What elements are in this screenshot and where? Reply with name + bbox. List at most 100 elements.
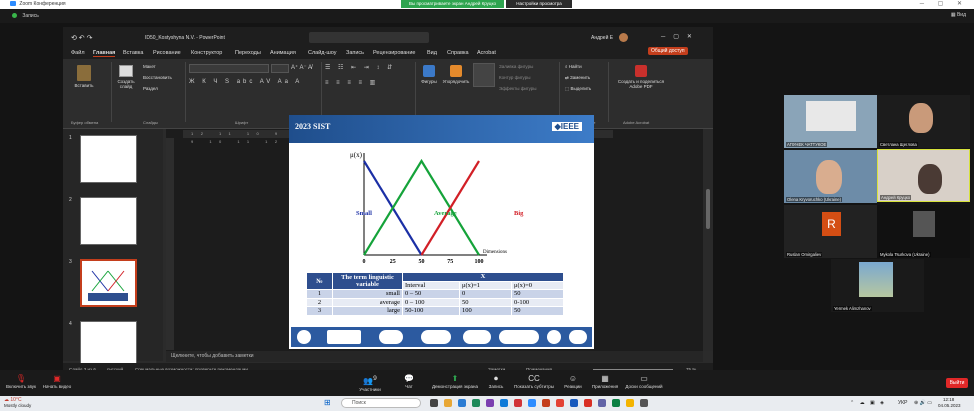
menu-draw[interactable]: Рисование (153, 50, 181, 56)
font-style-buttons[interactable]: Ж К Ч S abc AV Aa A (189, 79, 302, 85)
participant-tile[interactable]: R Ruslan Omirgaliev (784, 205, 877, 258)
word-icon[interactable] (570, 399, 578, 407)
menu-help[interactable]: Справка (447, 50, 469, 56)
slide-thumbnail-3[interactable] (80, 259, 137, 307)
app-icon[interactable] (612, 399, 620, 407)
select-button[interactable]: ⬚ Выделить (565, 86, 591, 92)
shapes-button[interactable]: Фигуры (419, 65, 439, 84)
acrobat-icon[interactable] (584, 399, 592, 407)
font-size-buttons[interactable]: A⁺ A⁻ A̸ (291, 64, 312, 71)
paragraph-list-buttons[interactable]: ☰ ☷ ⇤ ⇥ ↕ ⇵ (325, 64, 395, 71)
keyboard-language[interactable]: УКР (898, 400, 907, 406)
mute-button[interactable]: 🎙 Включить звук (4, 374, 38, 389)
participant-name: Светлана Щеглова (879, 142, 918, 147)
task-view-icon[interactable] (430, 399, 438, 407)
menu-slideshow[interactable]: Слайд-шоу (308, 50, 337, 56)
participant-tile[interactable]: АПУНЕК ЧАТТУКОЕ (784, 95, 877, 148)
participant-tile[interactable]: Yermek Alimzhanov (831, 259, 924, 312)
app-icon[interactable] (626, 399, 634, 407)
ppt-search-box[interactable] (309, 32, 429, 43)
chat-button[interactable]: 💬 Чат (398, 374, 420, 389)
menu-animation[interactable]: Анимация (270, 50, 296, 56)
app-icon[interactable] (514, 399, 522, 407)
paste-button[interactable]: Вставить (71, 65, 97, 88)
font-size-select[interactable] (271, 64, 289, 73)
app-icon[interactable] (486, 399, 494, 407)
video-off-icon: ▣ (53, 374, 61, 383)
autosave-icon[interactable]: ⟲ ↶ ↷ (71, 34, 93, 42)
participant-tile[interactable]: Olena Kryvoruchko (Ukraine) (784, 150, 877, 203)
layout-button[interactable]: Макет (143, 64, 156, 69)
create-pdf-button[interactable]: Создать и поделиться Adobe PDF (611, 65, 671, 89)
tray-icons[interactable]: ⌃ ☁ ▣ ◈ (850, 400, 886, 406)
participants-button[interactable]: 👥9 Участники (355, 374, 385, 392)
avatar[interactable] (619, 33, 628, 42)
menu-file[interactable]: Файл (71, 50, 85, 56)
arrange-button[interactable]: Упорядочить (441, 65, 471, 84)
captions-button[interactable]: CC Показать субтитры (512, 374, 556, 389)
mail-icon[interactable] (458, 399, 466, 407)
menu-record[interactable]: Запись (346, 50, 364, 56)
font-name-select[interactable] (189, 64, 269, 73)
shape-effects-button[interactable]: Эффекты фигуры (499, 86, 537, 91)
file-explorer-icon[interactable] (444, 399, 452, 407)
app-icon[interactable] (640, 399, 648, 407)
leave-button[interactable]: Выйти (946, 378, 968, 388)
participant-tile-active-speaker[interactable]: Андрей Круцко (877, 149, 970, 202)
table-row: 2 average 0 – 100 50 0-100 (306, 297, 564, 307)
menu-transitions[interactable]: Переходы (235, 50, 261, 56)
windows-start-icon[interactable]: ⊞ (324, 398, 331, 407)
chrome-icon[interactable] (556, 399, 564, 407)
shape-outline-button[interactable]: Контур фигуры (499, 75, 530, 80)
network-sound-icons[interactable]: ⊕ 🔊 ▭ (914, 400, 932, 406)
apps-button[interactable]: ▦ Приложения (588, 374, 622, 389)
share-button[interactable]: Общий доступ (648, 47, 688, 55)
app-icon[interactable] (598, 399, 606, 407)
thumb-number: 1 (69, 135, 72, 141)
slide-thumbnail-1[interactable] (80, 135, 137, 183)
section-button[interactable]: Раздел (143, 86, 158, 91)
menu-acrobat[interactable]: Acrobat (477, 50, 496, 56)
mute-label: Включить звук (5, 384, 36, 389)
slide-thumbnail-4[interactable] (80, 321, 137, 369)
view-options-button[interactable]: Настройки просмотра (506, 0, 572, 8)
reactions-button[interactable]: ☺ Реакции (560, 374, 586, 389)
new-slide-button[interactable]: Создать слайд (115, 65, 137, 89)
share-banner: Вы просматриваете экран Андрей Круцко (401, 0, 504, 8)
slide-canvas[interactable]: 2023 SIST ◆IEEE μ(x) Dimensions 0 25 50 75 100… (289, 115, 594, 349)
participant-tile[interactable]: Светлана Щеглова (877, 95, 970, 148)
ppt-window-controls[interactable]: ─▢✕ (661, 33, 700, 40)
share-screen-button[interactable]: ⬆ Демонстрация экрана (430, 374, 480, 389)
app-icon[interactable] (472, 399, 480, 407)
record-button[interactable]: ⏺ Запись (485, 374, 507, 389)
menu-home[interactable]: Главная (93, 50, 116, 57)
paragraph-align-buttons[interactable]: ≡ ≡ ≡ ≡ ▥ (325, 79, 378, 86)
subheader-zero: μ(x)=0 (511, 280, 564, 290)
reset-button[interactable]: Восстановить (143, 75, 172, 80)
find-button[interactable]: ⌕ Найти (565, 64, 582, 69)
taskbar-search[interactable]: Поиск (341, 398, 421, 408)
edge-icon[interactable] (500, 399, 508, 407)
scrollbar-thumb[interactable] (706, 189, 710, 229)
menu-view[interactable]: Вид (427, 50, 437, 56)
quick-styles-button[interactable] (473, 63, 495, 87)
shape-fill-button[interactable]: Заливка фигуры (499, 64, 533, 69)
cell-zero: 50 (511, 289, 564, 299)
menu-insert[interactable]: Вставка (123, 50, 143, 56)
powerpoint-icon[interactable] (542, 399, 550, 407)
video-button[interactable]: ▣ Начать видео (40, 374, 74, 389)
whiteboard-button[interactable]: ▭ Доски сообщений (624, 374, 664, 389)
linguistic-variable-table: № The term linguistic variable X Interva… (306, 272, 564, 316)
window-controls[interactable]: ─ ▢ ✕ (920, 0, 968, 7)
notes-pane[interactable]: Щелкните, чтобы добавить заметки (166, 351, 703, 362)
slide-thumbnail-2[interactable] (80, 197, 137, 245)
participant-tile[interactable]: Mykola Tsurkova (Ukraine) (877, 205, 970, 258)
replace-button[interactable]: ⇄ Заменить (565, 75, 590, 81)
vertical-scrollbar[interactable] (703, 129, 713, 351)
captions-icon: CC (528, 374, 540, 383)
menu-design[interactable]: Конструктор (191, 50, 222, 56)
zoom-icon[interactable] (528, 399, 536, 407)
slide-header-band (289, 115, 594, 143)
menu-review[interactable]: Рецензирование (373, 50, 415, 56)
view-button[interactable]: ▦ Вид (951, 12, 966, 18)
